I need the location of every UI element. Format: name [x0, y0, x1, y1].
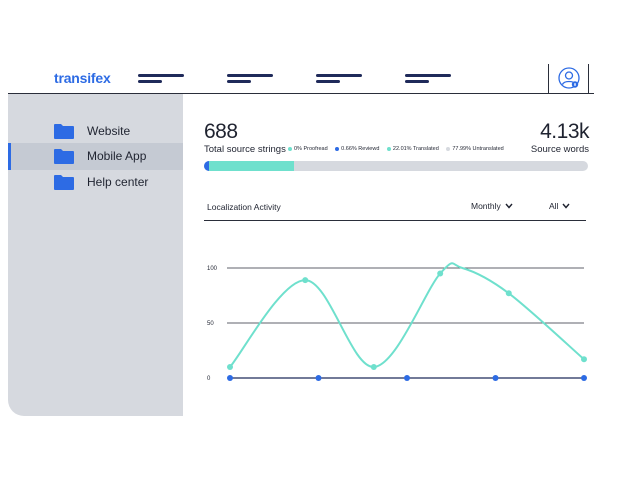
user-avatar-icon[interactable] — [558, 67, 580, 89]
filter-dropdown-label: All — [549, 201, 559, 211]
series-point[interactable] — [437, 270, 444, 277]
legend-translated: 22.01% Translated — [386, 146, 439, 152]
translation-progress-bar — [204, 161, 588, 171]
series-point[interactable] — [505, 290, 512, 297]
baseline-point[interactable] — [581, 375, 587, 381]
period-dropdown-label: Monthly — [471, 201, 501, 211]
folder-icon — [54, 124, 74, 139]
chevron-down-icon — [562, 203, 570, 209]
chevron-down-icon — [505, 203, 513, 209]
sidebar-item-label: Help center — [87, 175, 149, 189]
source-words-count: 4.13k — [540, 120, 589, 143]
baseline-point[interactable] — [315, 375, 322, 381]
folder-icon — [54, 149, 74, 164]
baseline-point[interactable] — [404, 375, 410, 381]
logo[interactable]: transifex — [54, 70, 111, 86]
avatar-container — [548, 64, 589, 93]
sidebar-item-label: Mobile App — [87, 149, 147, 163]
series-point[interactable] — [370, 364, 377, 370]
nav-item-2[interactable] — [227, 74, 275, 84]
period-dropdown[interactable]: Monthly — [471, 201, 513, 211]
y-tick-label: 100 — [207, 266, 218, 272]
total-strings-count: 688 — [204, 120, 238, 143]
legend-untranslated: 77.99% Untranslated — [446, 146, 504, 152]
folder-icon — [54, 175, 74, 190]
baseline-point[interactable] — [492, 375, 499, 381]
progress-translated-segment — [208, 161, 294, 171]
sidebar-item-help-center[interactable]: Help center — [8, 169, 183, 196]
sidebar-item-label: Website — [87, 124, 131, 138]
sidebar-item-website[interactable]: Website — [8, 118, 183, 145]
localization-activity-chart: 0 50 100 — [207, 262, 587, 382]
series-point[interactable] — [581, 356, 587, 363]
y-tick-label: 0 — [207, 376, 211, 382]
source-words-label: Source words — [530, 144, 589, 155]
series-point[interactable] — [302, 277, 309, 284]
y-tick-label: 50 — [207, 321, 214, 327]
series-point[interactable] — [227, 364, 233, 370]
reviewed-dot-icon — [335, 146, 340, 151]
progress-legend: 0% Proofread 0.66% Reviewd 22.01% Transl… — [288, 146, 510, 152]
baseline-point[interactable] — [227, 375, 233, 381]
total-strings-label: Total source strings — [204, 144, 286, 155]
nav-item-1[interactable] — [138, 74, 186, 84]
proofread-dot-icon — [288, 146, 292, 151]
filter-dropdown[interactable]: All — [549, 201, 570, 211]
sidebar: Website Mobile App Help center — [8, 94, 183, 416]
activity-divider — [204, 220, 586, 221]
activity-title: Localization Activity — [207, 202, 281, 212]
sidebar-item-mobile-app[interactable]: Mobile App — [8, 143, 183, 170]
activity-series-line — [229, 262, 585, 369]
translated-dot-icon — [386, 146, 391, 151]
legend-reviewed: 0.66% Reviewd — [335, 146, 379, 152]
nav-item-3[interactable] — [316, 74, 364, 84]
legend-proofread: 0% Proofread — [288, 146, 328, 152]
nav-item-4[interactable] — [405, 74, 453, 84]
untranslated-dot-icon — [446, 146, 451, 151]
